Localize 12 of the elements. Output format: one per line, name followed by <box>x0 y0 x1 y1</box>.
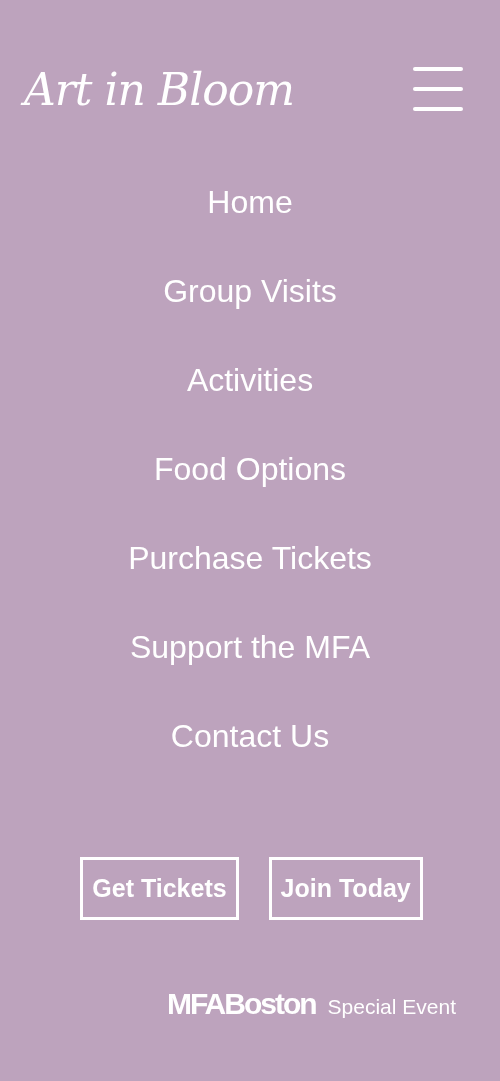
tagline: Special Event <box>327 995 456 1019</box>
nav-link[interactable]: Purchase Tickets <box>128 536 372 580</box>
nav-link[interactable]: Food Options <box>153 447 347 491</box>
outline-button[interactable]: Join Today <box>268 857 423 920</box>
nav-link[interactable]: Group Visits <box>163 269 337 313</box>
nav-link[interactable]: Contact Us <box>170 714 330 758</box>
outline-button[interactable]: Get Tickets <box>80 857 239 920</box>
nav-link[interactable]: Activities <box>186 358 314 402</box>
nav-link[interactable]: Support the MFA <box>129 625 371 669</box>
nav-link[interactable]: Home <box>207 180 293 224</box>
menu-icon[interactable] <box>413 67 463 111</box>
brand-logo[interactable]: MFABoston <box>166 987 316 1021</box>
